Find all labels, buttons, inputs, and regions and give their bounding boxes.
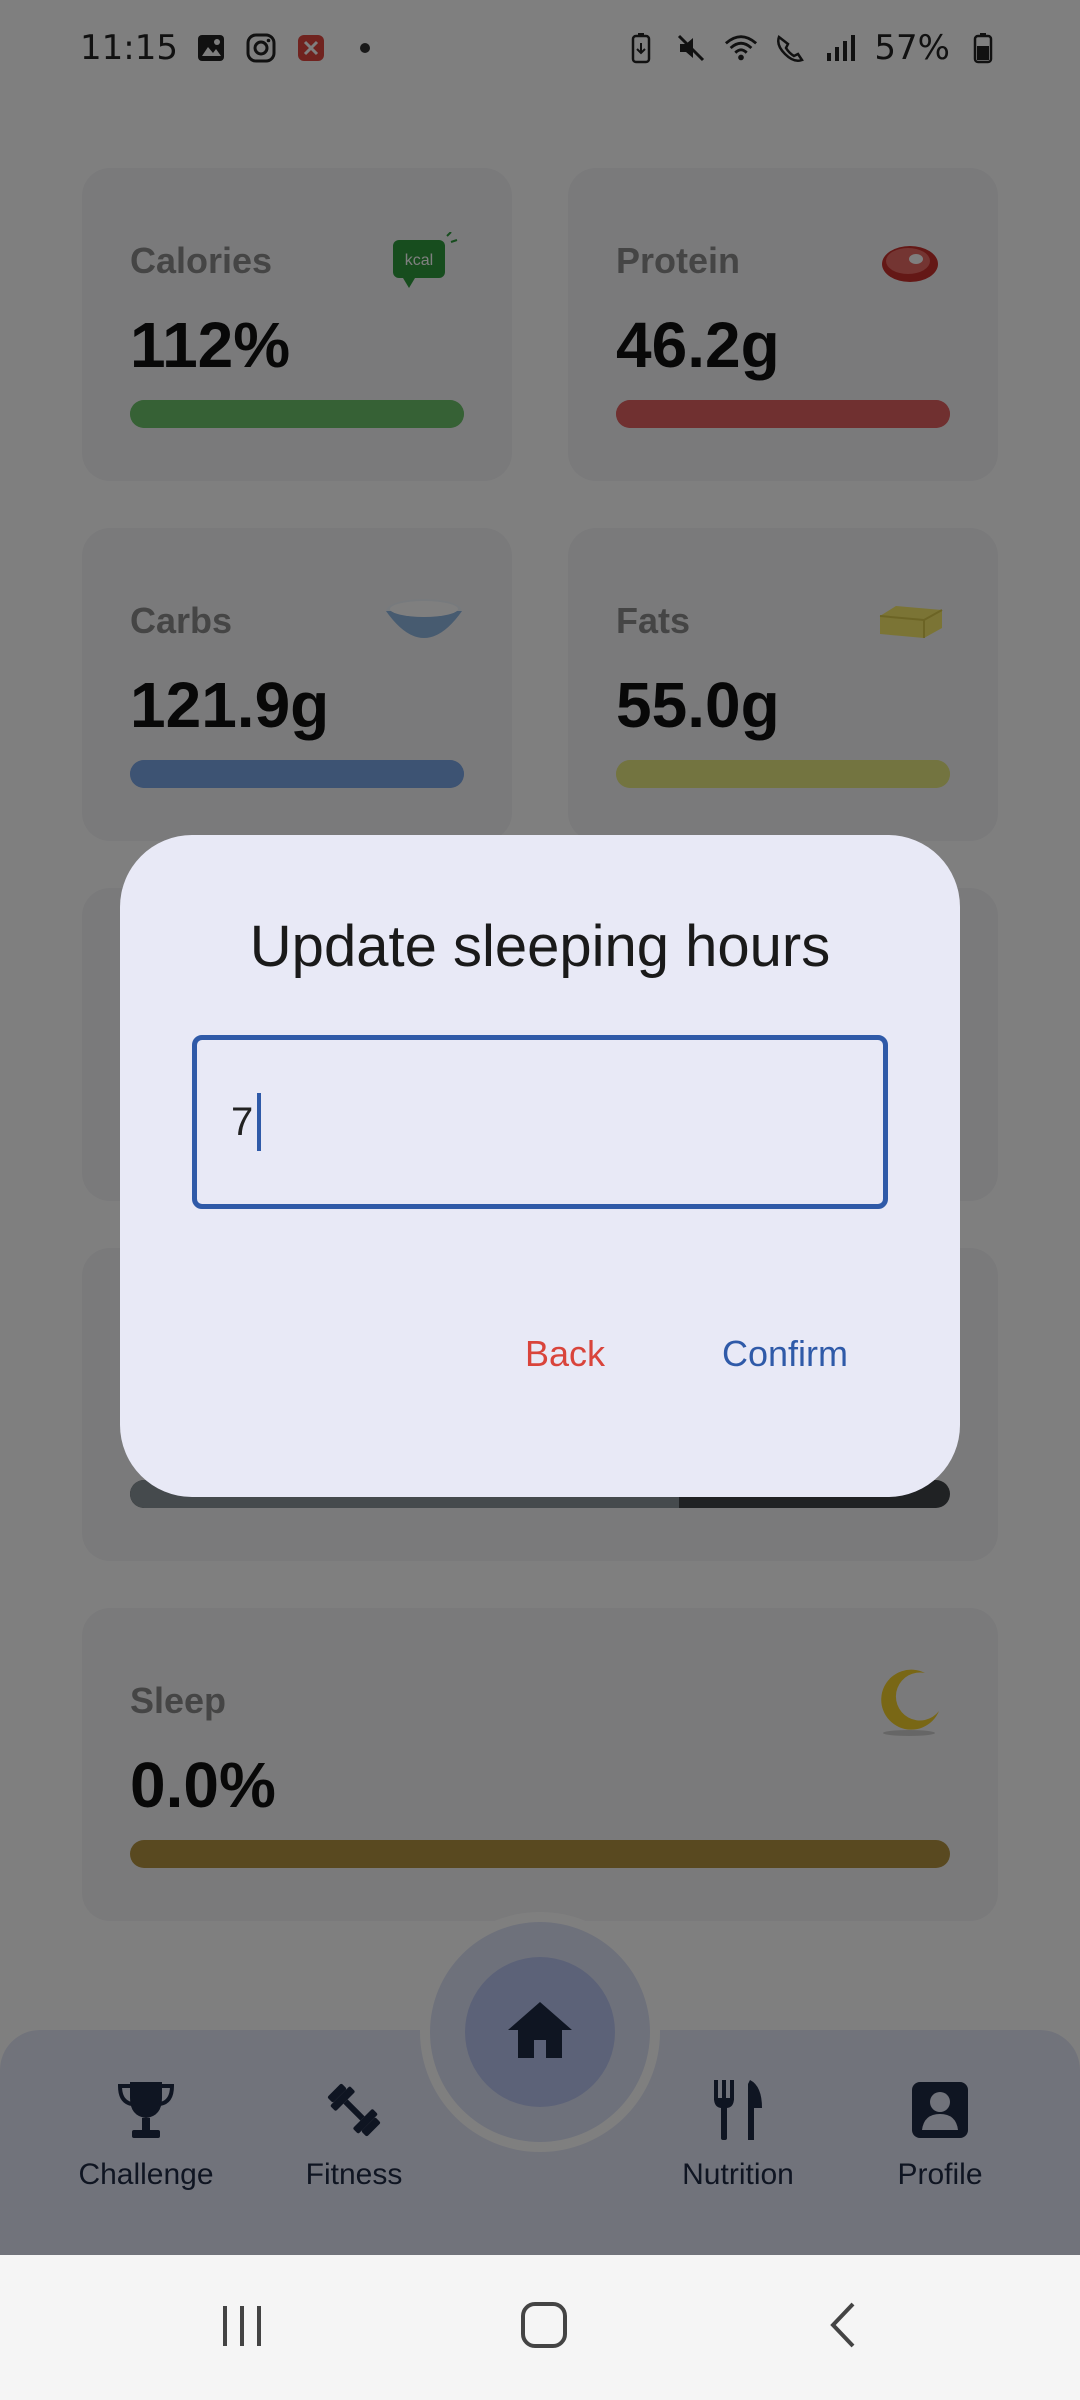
sleep-hours-input-value: 7 <box>231 1099 254 1144</box>
back-chevron-icon[interactable] <box>806 2295 886 2355</box>
confirm-button[interactable]: Confirm <box>722 1333 848 1375</box>
back-button[interactable]: Back <box>525 1333 605 1375</box>
home-square-icon[interactable] <box>504 2295 584 2355</box>
recents-icon[interactable] <box>202 2295 282 2355</box>
text-cursor <box>257 1093 262 1151</box>
dialog-title: Update sleeping hours <box>249 914 831 979</box>
sleep-hours-input[interactable]: 7 <box>192 1035 888 1209</box>
update-sleep-dialog: Update sleeping hours 7 Back Confirm <box>120 835 960 1497</box>
system-nav-bar <box>0 2255 1080 2400</box>
